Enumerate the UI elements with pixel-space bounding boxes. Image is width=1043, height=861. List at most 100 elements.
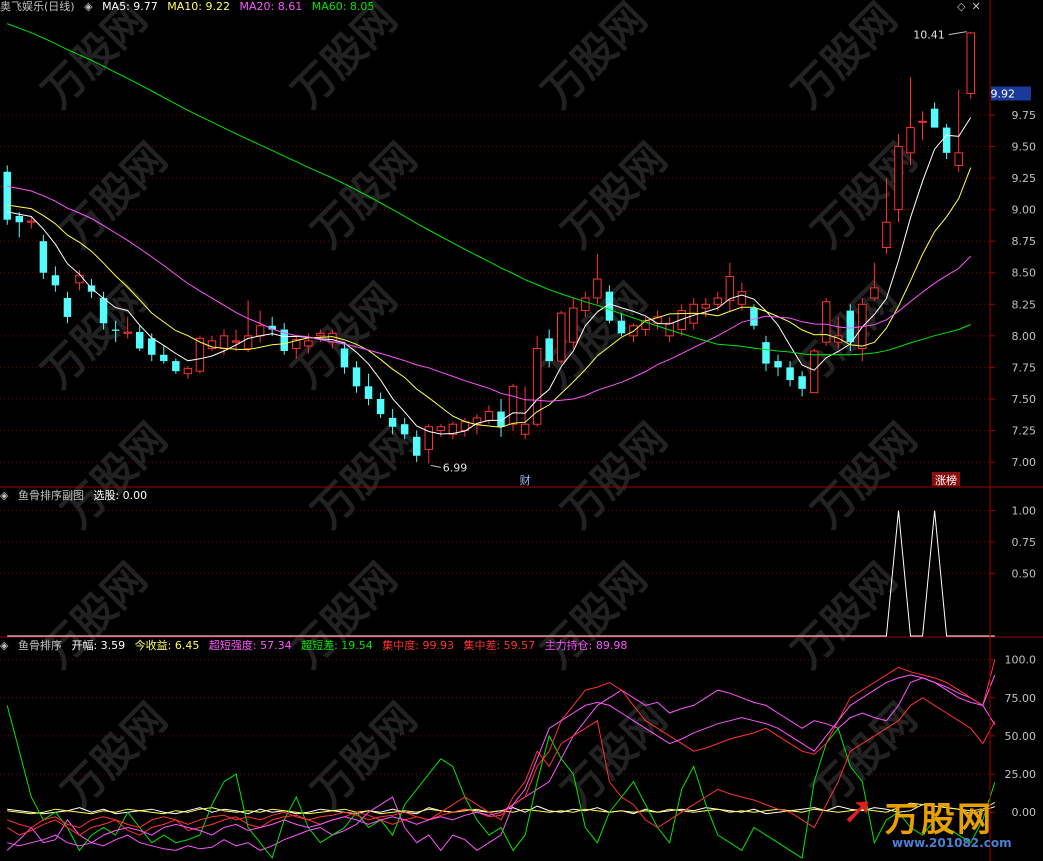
axis-tick-label: 9.50 — [1012, 141, 1037, 154]
brand-url: www.201082.com — [892, 836, 1012, 850]
panel3-header: ◈ 鱼骨排序 开幅: 3.59 今收益: 6.45 超短强度: 57.34 超短… — [0, 639, 633, 652]
candle-body-down — [352, 367, 361, 387]
panel2-field: 选股: 0.00 — [93, 489, 148, 502]
collapse-icon[interactable]: ◈ — [84, 0, 92, 13]
watermark-logo: 万股网 — [282, 553, 406, 677]
axis-tick-label: 1.00 — [1012, 505, 1037, 518]
watermark-logo: 万股网 — [32, 0, 156, 117]
low-arrow — [430, 464, 441, 468]
axis-tick-label: 7.50 — [1012, 393, 1037, 406]
candle-body-up — [123, 331, 132, 334]
axis-tick-label: 7.25 — [1012, 425, 1037, 438]
axis-tick-label: 9.00 — [1012, 204, 1037, 217]
panel3-item: 今收益: 6.45 — [134, 639, 200, 652]
right-axis: 9.75 9.50 9.25 9.00 8.75 8.50 8.25 8.00 7.75 7.50… — [990, 86, 1037, 819]
price-panel-options[interactable]: ◇ ✕ — [957, 0, 987, 13]
candle-body-down — [762, 342, 770, 364]
watermark-logo: 万股网 — [552, 413, 676, 537]
watermark-logo: 万股网 — [782, 553, 906, 677]
candle-body-down — [364, 386, 373, 399]
candle-body-up — [316, 332, 325, 337]
candle-body-up — [569, 307, 578, 343]
price-panel-header: 奥飞娱乐(日线) ◈ MA5: 9.77 MA10: 9.22 MA20: 8.… — [0, 0, 380, 13]
axis-tick-label: 7.75 — [1012, 361, 1037, 374]
watermark-logo: 万股网 — [302, 693, 426, 817]
brand-name: 万股网 — [885, 800, 993, 840]
candle-body-up — [183, 368, 193, 375]
candle-body-up — [870, 287, 879, 299]
panel3-item: 超短差: 19.54 — [301, 639, 373, 652]
candle-body-up — [436, 426, 446, 432]
panel2-header: ◈ 鱼骨排序副图 选股: 0.00 — [0, 489, 153, 502]
candle-body-down — [340, 348, 349, 368]
panel3-item: 集中差: 59.57 — [463, 639, 536, 652]
panel3-collapse-icon[interactable]: ◈ — [0, 639, 8, 652]
candle-body-down — [172, 361, 180, 372]
candle-body-down — [99, 297, 108, 324]
watermark-logo: 万股网 — [532, 0, 656, 117]
candle-body-up — [834, 335, 843, 343]
candle-body-up — [966, 32, 975, 95]
axis-tick-label: 0.75 — [1012, 536, 1037, 549]
candle-body-up — [557, 312, 566, 362]
candle-body-up — [882, 221, 891, 249]
candle-body-up — [918, 120, 927, 123]
panel2-collapse-icon[interactable]: ◈ — [0, 489, 8, 502]
limit-up-marker: 涨榜 — [935, 473, 957, 487]
close-icon[interactable]: ✕ — [971, 0, 980, 13]
candle-body-up — [809, 350, 819, 394]
panel3-item: 开幅: 3.59 — [71, 639, 126, 652]
stock-chart[interactable]: 万股网 万股网 万股网 万股网万股网 万股网 万股网 万股网万股网 万股网 万股网 万股网万股网万… — [0, 0, 1043, 861]
ma5-value: MA5: 9.77 — [102, 0, 158, 13]
candle-body-up — [231, 340, 241, 343]
candle-body-down — [63, 297, 72, 317]
watermark-logo: 万股网 — [552, 133, 676, 257]
low-price-label: 6.99 — [443, 461, 468, 474]
candle-body-up — [737, 291, 747, 305]
candle-body-up — [906, 127, 915, 154]
panel3-item: 集中度: 99.93 — [382, 639, 454, 652]
diamond-icon[interactable]: ◇ — [957, 0, 965, 13]
candle-body-down — [39, 241, 48, 273]
candle-body-down — [111, 329, 120, 331]
high-arrow — [948, 31, 967, 36]
candle-body-up — [75, 274, 84, 284]
axis-tick-label: 8.50 — [1012, 267, 1037, 280]
axis-tick-label: 9.75 — [1012, 109, 1037, 122]
current-price-label: 9.92 — [991, 88, 1016, 101]
axis-tick-label: 8.75 — [1012, 235, 1037, 248]
candle-body-up — [532, 347, 542, 425]
brand-logo: ➚ 万股网 www.201082.com — [830, 790, 1030, 856]
candle-body-down — [135, 332, 144, 349]
axis-tick-label: 9.25 — [1012, 172, 1037, 185]
axis-tick-label: 50.00 — [1005, 730, 1037, 743]
panel2-title: 鱼骨排序副图 — [17, 489, 84, 502]
candle-body-down — [160, 354, 168, 362]
panel3-title: 鱼骨排序 — [17, 639, 62, 652]
candle-body-up — [255, 325, 265, 337]
ma20-value: MA20: 8.61 — [239, 0, 303, 13]
candle-body-down — [15, 215, 24, 223]
axis-tick-label: 100.0 — [1005, 654, 1037, 667]
candle-body-down — [545, 338, 553, 362]
candle-body-up — [593, 278, 602, 299]
candle-body-up — [894, 146, 903, 211]
watermark-logo: 万股网 — [52, 133, 176, 257]
axis-tick-label: 8.25 — [1012, 298, 1037, 311]
candle-body-up — [484, 411, 494, 421]
candle-body-down — [51, 275, 60, 286]
candle-body-down — [148, 338, 156, 355]
candle-body-up — [581, 297, 590, 312]
panel3-item: 主力持仓: 89.98 — [544, 639, 628, 652]
candle-body-up — [725, 276, 735, 302]
axis-tick-label: 7.00 — [1012, 456, 1037, 469]
candle-body-up — [27, 220, 36, 223]
watermark-layer: 万股网 万股网 万股网 万股网万股网 万股网 万股网 万股网万股网 万股网 万股网 万股网万股网万… — [32, 0, 926, 817]
axis-tick-label: 0.50 — [1012, 567, 1037, 580]
candle-body-up — [508, 385, 518, 425]
candle-body-up — [713, 297, 723, 305]
candle-body-up — [219, 335, 229, 349]
watermark-logo: 万股网 — [302, 133, 426, 257]
axis-tick-label: 25.00 — [1005, 768, 1037, 781]
candle-body-down — [930, 108, 939, 128]
